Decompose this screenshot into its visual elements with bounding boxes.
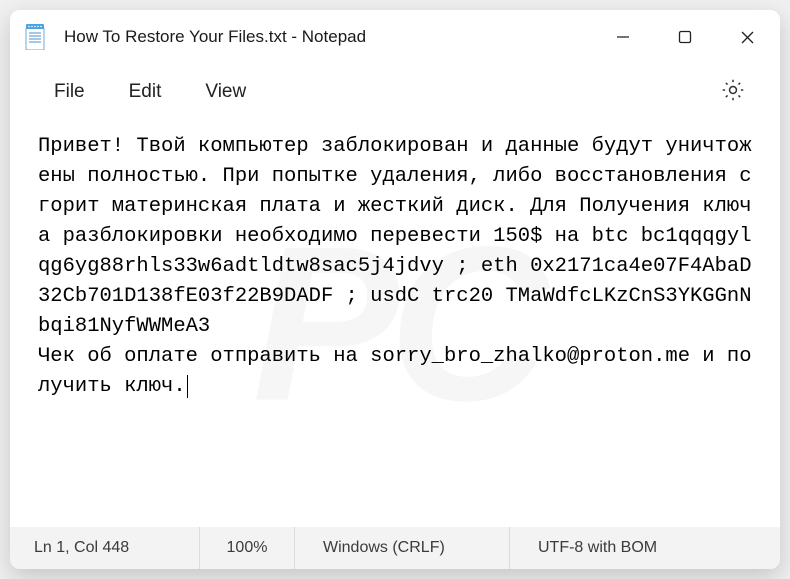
status-position: Ln 1, Col 448 — [10, 527, 200, 569]
status-bar: Ln 1, Col 448 100% Windows (CRLF) UTF-8 … — [10, 527, 780, 569]
menu-view[interactable]: View — [183, 73, 268, 111]
status-zoom[interactable]: 100% — [200, 527, 295, 569]
menu-bar: File Edit View — [10, 64, 780, 120]
title-bar: How To Restore Your Files.txt - Notepad — [10, 10, 780, 64]
menu-file[interactable]: File — [32, 73, 107, 111]
minimize-button[interactable] — [592, 10, 654, 64]
settings-button[interactable] — [714, 71, 752, 114]
document-text: Привет! Твой компьютер заблокирован и да… — [38, 132, 752, 402]
window-controls — [592, 10, 780, 64]
text-area[interactable]: PC Привет! Твой компьютер заблокирован и… — [10, 120, 780, 527]
close-button[interactable] — [716, 10, 778, 64]
status-eol: Windows (CRLF) — [295, 527, 510, 569]
window-title: How To Restore Your Files.txt - Notepad — [64, 27, 592, 47]
menu-edit[interactable]: Edit — [107, 73, 184, 111]
maximize-button[interactable] — [654, 10, 716, 64]
text-caret — [187, 375, 188, 398]
status-encoding: UTF-8 with BOM — [510, 527, 780, 569]
notepad-window: How To Restore Your Files.txt - Notepad … — [10, 10, 780, 569]
notepad-icon — [24, 24, 46, 50]
document-text-content: Привет! Твой компьютер заблокирован и да… — [38, 135, 752, 398]
